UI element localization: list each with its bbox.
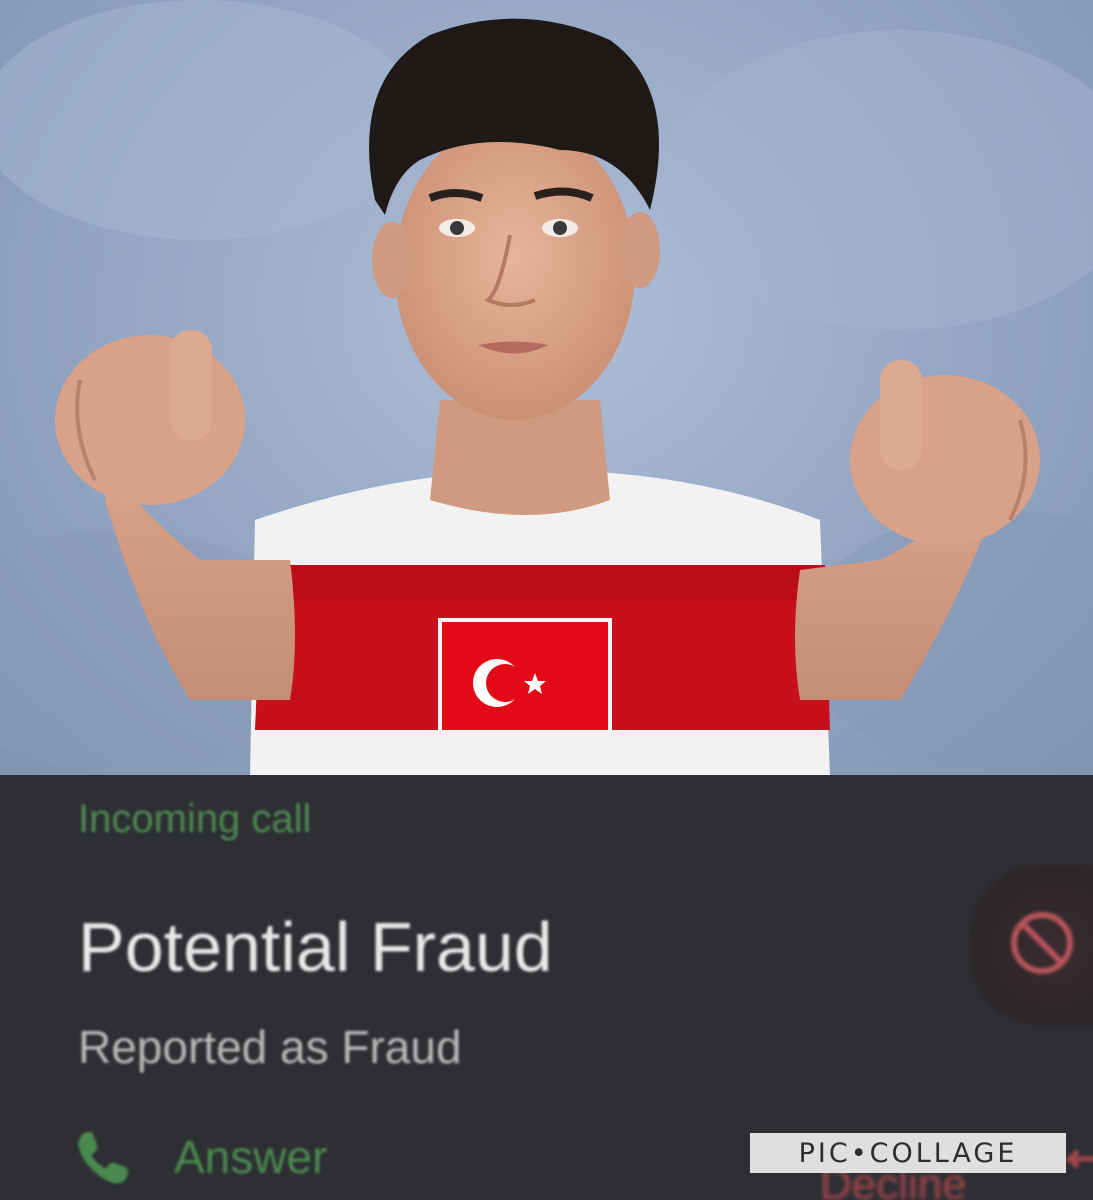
caller-name: Potential Fraud bbox=[78, 908, 553, 986]
person-photo bbox=[0, 0, 1093, 775]
caller-subtitle: Reported as Fraud bbox=[78, 1021, 462, 1073]
answer-button[interactable]: Answer bbox=[72, 1127, 327, 1187]
call-status-label: Incoming call bbox=[78, 797, 312, 841]
block-icon bbox=[1011, 912, 1073, 974]
photo-panel bbox=[0, 0, 1093, 775]
flag-patch bbox=[438, 618, 612, 734]
collage-watermark: PIC•COLLAGE bbox=[750, 1133, 1066, 1173]
answer-label: Answer bbox=[174, 1131, 328, 1183]
decline-button[interactable] bbox=[970, 865, 1093, 1025]
phone-icon bbox=[78, 1131, 129, 1184]
